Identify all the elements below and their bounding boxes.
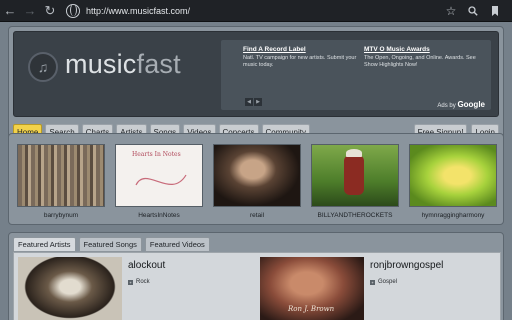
star-icon[interactable]: ☆	[440, 0, 462, 22]
page: ♫ musicfast Find A Record Label Natl. TV…	[0, 22, 512, 320]
search-icon[interactable]	[462, 0, 484, 22]
ad-item[interactable]: MTV O Music Awards The Open, Ongoing, an…	[364, 46, 486, 69]
ad-block: Find A Record Label Natl. TV campaign fo…	[221, 40, 491, 110]
featured-photo[interactable]: Ron J. Brown	[260, 257, 364, 320]
featured-genre: + Rock	[128, 279, 150, 285]
ad-text: The Open, Ongoing, and Online. Awards. S…	[364, 55, 476, 68]
artist-strip: barrybynum Hearts In Notes HeartsInNotes…	[8, 133, 504, 225]
site-header: ♫ musicfast Find A Record Label Natl. TV…	[8, 26, 504, 150]
artist-photo[interactable]	[409, 144, 497, 207]
artist-name[interactable]: barrybynum	[17, 212, 105, 219]
music-note-icon: ♫	[28, 52, 58, 82]
globe-icon	[66, 3, 80, 18]
artist-card[interactable]: Hearts In Notes HeartsInNotes	[115, 144, 203, 219]
genre-bullet-icon: +	[128, 279, 133, 285]
featured-genre: + Gospel	[370, 279, 397, 285]
featured-section: Featured Artists Featured Songs Featured…	[8, 232, 504, 320]
artist-photo[interactable]	[311, 144, 399, 207]
artist-name[interactable]: BILLYANDTHEROCKETS	[311, 212, 399, 219]
featured-name[interactable]: alockout	[128, 260, 165, 271]
logo-accent: fast	[136, 49, 181, 79]
ad-title[interactable]: Find A Record Label	[243, 46, 365, 53]
tab-featured-videos[interactable]: Featured Videos	[144, 237, 210, 252]
art-caption: Ron J. Brown	[288, 305, 335, 313]
genre-label[interactable]: Rock	[136, 279, 150, 285]
banner: ♫ musicfast Find A Record Label Natl. TV…	[13, 31, 499, 117]
tab-featured-songs[interactable]: Featured Songs	[78, 237, 142, 252]
back-arrow-icon[interactable]: ←	[0, 0, 20, 22]
url-text[interactable]: http://www.musicfast.com/	[86, 6, 190, 16]
genre-label[interactable]: Gospel	[378, 279, 397, 285]
artist-name[interactable]: HeartsInNotes	[115, 212, 203, 219]
bookmarks-icon[interactable]	[484, 0, 506, 22]
ad-item[interactable]: Find A Record Label Natl. TV campaign fo…	[243, 46, 365, 69]
artist-card[interactable]: hymnraggingharmony	[409, 144, 497, 219]
featured-photo[interactable]	[18, 257, 122, 320]
art-caption: Hearts In Notes	[132, 151, 181, 158]
tab-featured-artists[interactable]: Featured Artists	[13, 237, 76, 252]
site-logo[interactable]: musicfast	[65, 49, 181, 80]
artist-photo[interactable]	[213, 144, 301, 207]
ads-by-google[interactable]: Ads by Google	[437, 100, 485, 109]
artist-card[interactable]: retail	[213, 144, 301, 219]
ad-title[interactable]: MTV O Music Awards	[364, 46, 486, 53]
genre-bullet-icon: +	[370, 279, 375, 285]
artist-name[interactable]: hymnraggingharmony	[409, 212, 497, 219]
address-bar[interactable]: http://www.musicfast.com/	[66, 0, 440, 22]
logo-main: music	[65, 49, 137, 79]
featured-name[interactable]: ronjbrowngospel	[370, 260, 443, 271]
artist-name[interactable]: retail	[213, 212, 301, 219]
browser-toolbar: ← → ↻ http://www.musicfast.com/ ☆	[0, 0, 512, 22]
ad-text: Natl. TV campaign for new artists. Submi…	[243, 55, 357, 68]
artist-card[interactable]: barrybynum	[17, 144, 105, 219]
featured-list: alockout + Rock Ron J. Brown ronjbrowngos…	[13, 252, 501, 320]
artist-card[interactable]: BILLYANDTHEROCKETS	[311, 144, 399, 219]
featured-item[interactable]: Ron J. Brown ronjbrowngospel + Gospel	[260, 257, 443, 320]
artist-photo[interactable]	[17, 144, 105, 207]
forward-arrow-icon[interactable]: →	[20, 0, 40, 22]
ads-by-brand: Google	[457, 100, 485, 109]
ad-next-icon[interactable]: ▶	[254, 98, 262, 106]
ads-by-prefix: Ads by	[437, 103, 456, 109]
reload-icon[interactable]: ↻	[40, 0, 60, 22]
artist-photo[interactable]: Hearts In Notes	[115, 144, 203, 207]
ad-prev-icon[interactable]: ◀	[245, 98, 253, 106]
